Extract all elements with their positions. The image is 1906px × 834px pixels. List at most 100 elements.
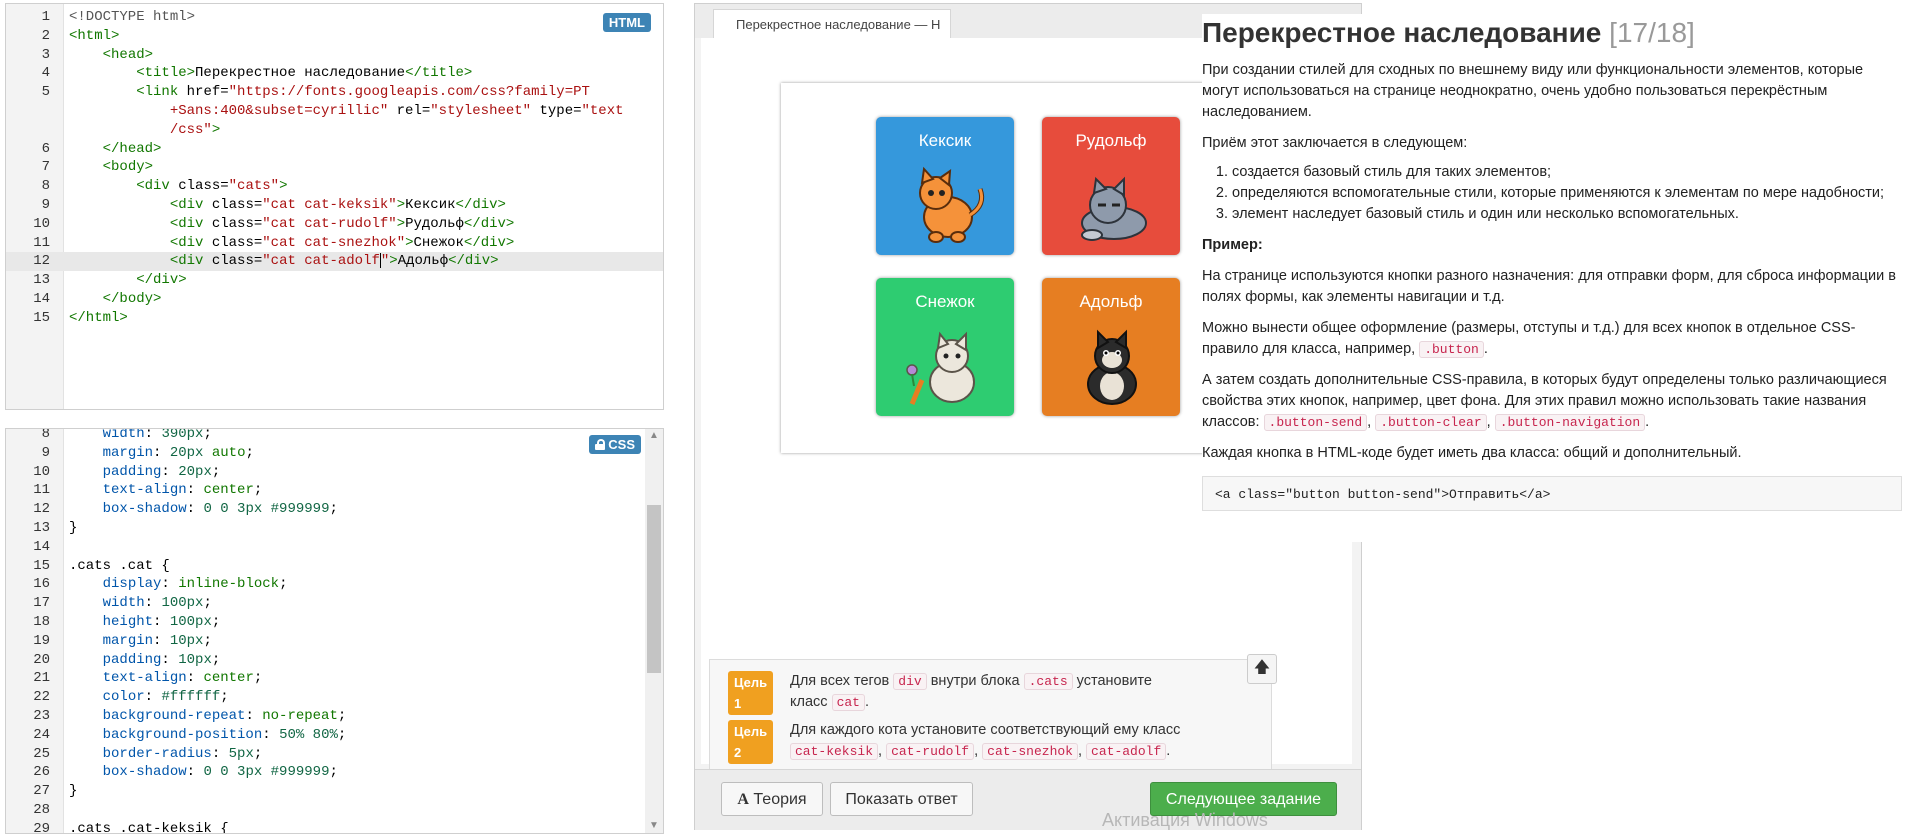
show-answer-button[interactable]: Показать ответ	[830, 782, 973, 816]
text-fragment: .	[1645, 414, 1650, 430]
text-fragment: .	[864, 694, 869, 710]
code-token: :	[144, 689, 162, 706]
line-text: +Sans:400&subset=cyrillic" rel="styleshe…	[69, 102, 624, 121]
code-line[interactable]: 5 <link href="https://fonts.googleapis.c…	[6, 83, 663, 102]
line-text: <div class="cat cat-rudolf">Рудольф</div…	[69, 215, 515, 234]
code-line[interactable]: /css">	[6, 121, 663, 140]
code-line[interactable]: 10 padding: 20px;	[6, 463, 663, 482]
code-line[interactable]: 27}	[6, 782, 663, 801]
code-line[interactable]: 12 box-shadow: 0 0 3px #999999;	[6, 500, 663, 519]
code-line[interactable]: 18 height: 100px;	[6, 613, 663, 632]
intro-paragraph: При создании стилей для сходных по внешн…	[1202, 62, 1864, 120]
code-token: <div	[169, 234, 212, 251]
code-line[interactable]: 28	[6, 801, 663, 820]
code-token: Перекрестное наследование	[195, 65, 406, 82]
preview-tab[interactable]: Перекрестное наследование — Н	[713, 9, 951, 39]
code-token: margin	[102, 444, 154, 461]
code-token: type=	[539, 102, 582, 119]
code-line[interactable]: 13}	[6, 519, 663, 538]
code-line[interactable]: 26 box-shadow: 0 0 3px #999999;	[6, 763, 663, 782]
code-token: color	[102, 689, 145, 706]
code-token: >	[405, 234, 414, 251]
code-token: ;	[279, 576, 288, 593]
line-number: 25	[33, 745, 50, 762]
code-line[interactable]: 11 text-align: center;	[6, 481, 663, 500]
goals-panel: Цель 1 Для всех тегов div внутри блока .…	[709, 659, 1272, 781]
arrow-up-icon[interactable]: 🡅	[1247, 654, 1277, 684]
code-token: border-radius	[102, 745, 212, 762]
line-text: display: inline-block;	[69, 575, 288, 594]
code-line[interactable]: 24 background-position: 50% 80%;	[6, 726, 663, 745]
html-code-lines[interactable]: 1 <!DOCTYPE html> 2 <html> 3 <head> 4 <title>…	[6, 8, 663, 328]
html-editor[interactable]: 1 <!DOCTYPE html> 2 <html> 3 <head> 4 <title>…	[5, 3, 664, 410]
windows-watermark: Активация Windows	[1102, 810, 1268, 830]
code-token: 10px	[169, 632, 204, 649]
code-line[interactable]: 9 margin: 20px auto;	[6, 444, 663, 463]
code-line[interactable]: 14	[6, 538, 663, 557]
code-token: center	[203, 670, 254, 687]
code-token: </body>	[102, 290, 162, 307]
theory-button-label: Теория	[753, 791, 807, 808]
code-token: #999999	[270, 764, 330, 781]
code-token: Снежок	[413, 234, 464, 251]
line-number: 9	[41, 444, 50, 461]
scroll-up-icon[interactable]: ▲	[645, 429, 663, 443]
theory-button[interactable]: A Теория	[721, 782, 823, 816]
code-line[interactable]: +Sans:400&subset=cyrillic" rel="styleshe…	[6, 102, 663, 121]
code-line[interactable]: 25 border-radius: 5px;	[6, 745, 663, 764]
css-scrollbar[interactable]: ▲ ▼	[645, 429, 663, 833]
line-text: }	[69, 519, 77, 538]
css-badge-label: CSS	[608, 437, 635, 452]
code-line[interactable]: 21 text-align: center;	[6, 669, 663, 688]
code-line[interactable]: 2 <html>	[6, 27, 663, 46]
code-line[interactable]: 4 <title>Перекрестное наследование</titl…	[6, 64, 663, 83]
code-line[interactable]: 12 <div class="cat cat-adolf">Адольф</di…	[6, 252, 663, 272]
line-number: 17	[33, 595, 50, 612]
code-line[interactable]: 7 <body>	[6, 158, 663, 177]
code-token: :	[186, 670, 204, 687]
code-line[interactable]: 13 </div>	[6, 271, 663, 290]
code-line[interactable]: 23 background-repeat: no-repeat;	[6, 707, 663, 726]
code-line[interactable]: 22 color: #ffffff;	[6, 688, 663, 707]
code-token: +Sans:400&subset=cyrillic"	[69, 102, 397, 119]
code-line[interactable]: 1 <!DOCTYPE html>	[6, 8, 663, 27]
line-number: 23	[33, 707, 50, 724]
code-line[interactable]: 20 padding: 10px;	[6, 651, 663, 670]
example-heading: Пример:	[1202, 237, 1263, 253]
code-line[interactable]: 9 <div class="cat cat-keksik">Кексик</di…	[6, 196, 663, 215]
css-editor[interactable]: 8 width: 390px; 9 margin: 20px auto; 10 pa…	[5, 428, 664, 834]
code-token: }	[69, 783, 78, 800]
code-line[interactable]: 3 <head>	[6, 46, 663, 65]
text-fragment: внутри блока	[926, 673, 1024, 689]
code-line[interactable]: 17 width: 100px;	[6, 594, 663, 613]
code-line[interactable]: 6 </head>	[6, 140, 663, 159]
line-number: 15	[33, 309, 50, 326]
scroll-thumb[interactable]	[647, 505, 661, 673]
code-token: :	[161, 463, 179, 480]
line-number: 16	[33, 576, 50, 593]
code-token: >	[389, 253, 398, 270]
code-line[interactable]: 8 <div class="cats">	[6, 177, 663, 196]
code-line[interactable]: 15 .cats .cat {	[6, 557, 663, 576]
code-token: {	[211, 820, 229, 834]
code-line[interactable]: 11 <div class="cat cat-snezhok">Снежок</…	[6, 234, 663, 253]
code-line[interactable]: 10 <div class="cat cat-rudolf">Рудольф</…	[6, 215, 663, 234]
code-line[interactable]: 19 margin: 10px;	[6, 632, 663, 651]
code-token: <body>	[102, 159, 154, 176]
css-code-lines[interactable]: 8 width: 390px; 9 margin: 20px auto; 10 pa…	[6, 429, 663, 834]
code-line[interactable]: 14 </body>	[6, 290, 663, 309]
code-line[interactable]: 16 display: inline-block;	[6, 575, 663, 594]
code-token: class=	[211, 215, 263, 232]
code-line[interactable]: 15 </html>	[6, 309, 663, 328]
code-token: "cats"	[228, 178, 280, 195]
scroll-down-icon[interactable]: ▼	[645, 819, 663, 833]
code-token: <head>	[102, 46, 154, 63]
code-line[interactable]: 8 width: 390px;	[6, 429, 663, 444]
css-badge: CSS	[589, 435, 641, 454]
line-number: 24	[33, 726, 50, 743]
line-number: 1	[41, 9, 50, 25]
